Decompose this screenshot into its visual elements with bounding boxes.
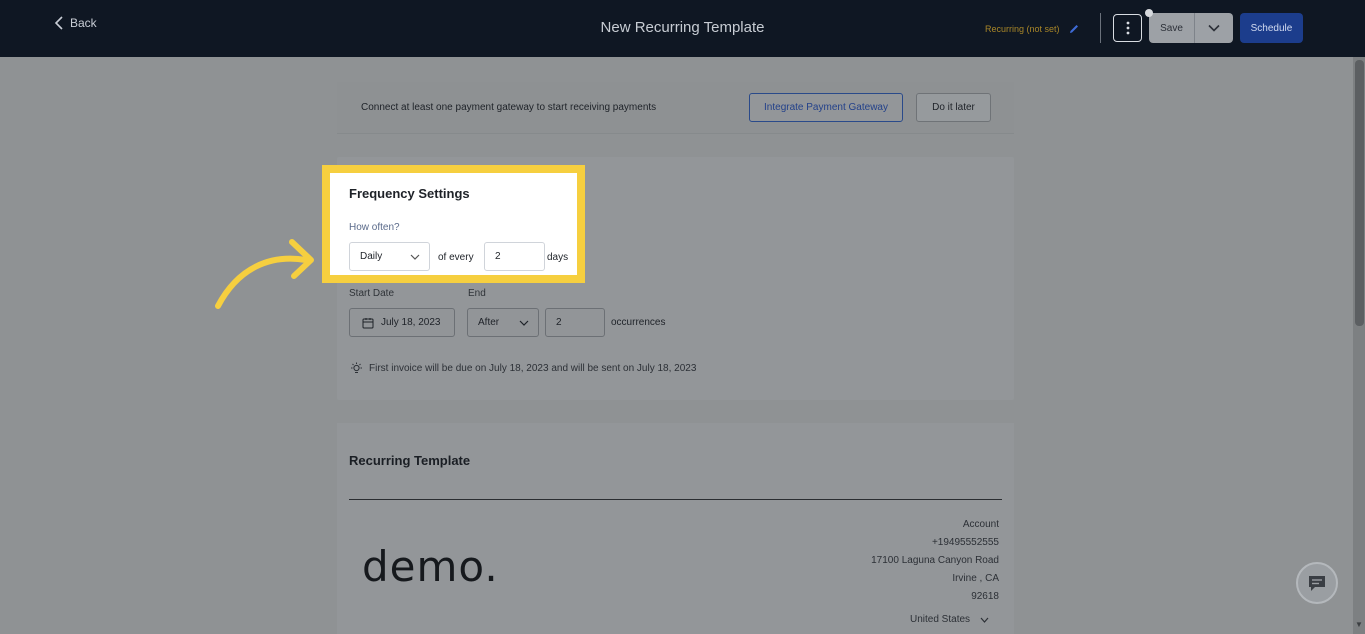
first-invoice-text: First invoice will be due on July 18, 20…	[369, 363, 697, 374]
notification-dot	[1145, 9, 1153, 17]
recurring-template-card: Recurring Template demo. Account +194955…	[337, 423, 1014, 634]
frequency-highlight: Frequency Settings How often? Daily of e…	[322, 165, 585, 283]
chevron-down-icon	[410, 254, 420, 260]
kebab-icon	[1126, 21, 1129, 35]
chat-icon	[1309, 576, 1325, 591]
days-label: days	[547, 252, 569, 263]
occurrences-input[interactable]: 2	[545, 308, 605, 337]
scrollbar-thumb[interactable]	[1355, 60, 1364, 326]
recurring-status-label: Recurring (not set)	[985, 24, 1060, 34]
first-invoice-info: First invoice will be due on July 18, 20…	[350, 362, 696, 375]
company-logo: demo.	[362, 542, 499, 591]
occurrences-value: 2	[556, 317, 562, 328]
end-type-value: After	[478, 317, 500, 328]
chevron-down-icon	[1208, 24, 1220, 32]
save-button-group: Save	[1149, 13, 1233, 43]
occurrences-label: occurrences	[611, 317, 666, 328]
top-bar: Back New Recurring Template Recurring (n…	[0, 0, 1365, 57]
save-button[interactable]: Save	[1149, 13, 1195, 43]
frequency-period-select[interactable]: Daily	[349, 242, 430, 271]
recurring-template-title: Recurring Template	[349, 453, 471, 468]
lightbulb-icon	[351, 362, 362, 373]
address-zip: 92618	[971, 591, 999, 602]
address-phone: +19495552555	[931, 537, 999, 548]
schedule-button[interactable]: Schedule	[1240, 13, 1303, 43]
chevron-down-icon	[519, 320, 529, 326]
frequency-settings-title: Frequency Settings	[349, 186, 470, 201]
address-street: 17100 Laguna Canyon Road	[871, 555, 999, 566]
interval-input[interactable]: 2	[484, 242, 545, 271]
recurring-status[interactable]: Recurring (not set)	[985, 23, 1080, 35]
of-every-label: of every	[438, 252, 474, 263]
start-date-value: July 18, 2023	[381, 317, 441, 328]
country-value: United States	[910, 614, 971, 625]
start-date-label: Start Date	[349, 288, 395, 299]
scroll-down-arrow-icon[interactable]: ▼	[1355, 620, 1363, 629]
payment-gateway-banner: Connect at least one payment gateway to …	[337, 82, 1014, 134]
country-select[interactable]: United States	[910, 614, 989, 625]
end-label: End	[468, 288, 486, 299]
pencil-icon[interactable]	[1068, 23, 1080, 35]
more-options-button[interactable]	[1113, 14, 1142, 42]
gateway-message: Connect at least one payment gateway to …	[361, 102, 657, 113]
do-it-later-button[interactable]: Do it later	[916, 93, 991, 122]
how-often-label: How often?	[349, 222, 400, 233]
frequency-period-value: Daily	[360, 251, 383, 262]
integrate-gateway-button[interactable]: Integrate Payment Gateway	[749, 93, 903, 122]
divider	[349, 499, 1002, 500]
address-city-state: Irvine , CA	[952, 573, 999, 584]
save-dropdown-button[interactable]	[1195, 13, 1233, 43]
chat-widget-button[interactable]	[1296, 562, 1338, 604]
divider	[1100, 13, 1101, 43]
interval-value: 2	[495, 251, 501, 262]
start-date-picker[interactable]: July 18, 2023	[349, 308, 455, 337]
annotation-arrow-icon	[215, 239, 314, 309]
address-name: Account	[962, 519, 999, 530]
end-type-select[interactable]: After	[467, 308, 539, 337]
chevron-down-icon	[980, 617, 989, 623]
calendar-icon	[362, 317, 374, 328]
